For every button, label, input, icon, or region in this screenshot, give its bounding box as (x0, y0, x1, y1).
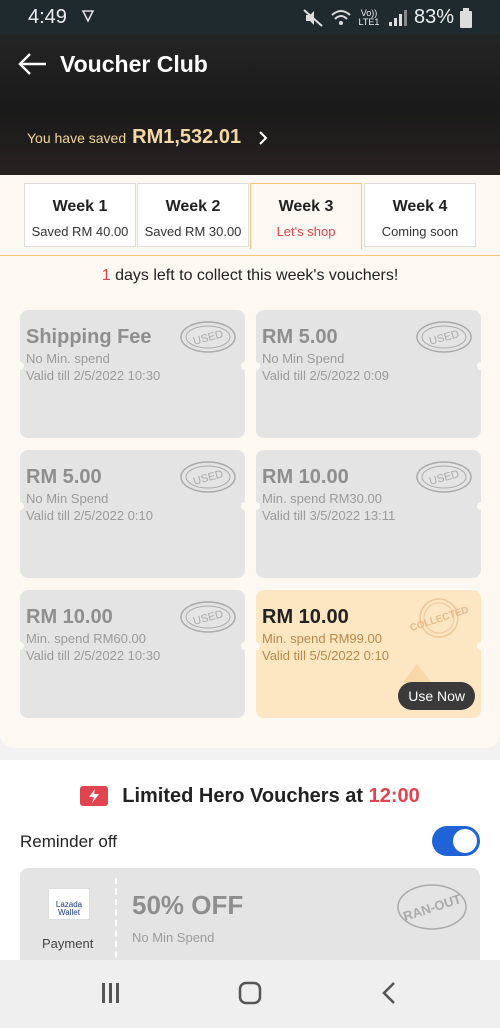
header-area: 4:49 Vo)) LTE1 83% Voucher Club You have… (0, 0, 500, 175)
toggle-knob (453, 829, 477, 853)
tab-subtitle: Saved RM 30.00 (144, 224, 242, 239)
decorative-triangle (403, 664, 431, 682)
voucher-card[interactable]: RM 5.00 No Min Spend Valid till 2/5/2022… (252, 310, 485, 438)
weeks-panel: Week 1 Saved RM 40.00 Week 2 Saved RM 30… (0, 175, 500, 748)
chevron-right-icon (259, 130, 268, 145)
tab-name: Week 4 (392, 198, 448, 215)
voucher-validity: Valid till 5/5/2022 0:10 (262, 648, 389, 663)
tab-name: Week 1 (52, 198, 108, 215)
collected-stamp-icon: COLLECTED (409, 598, 471, 638)
saved-label: You have saved (27, 130, 127, 146)
stamp-text: COLLECTED (409, 605, 471, 634)
stamp-text: USED (428, 468, 461, 488)
status-time: 4:49 (28, 6, 67, 28)
used-stamp-icon: USED (180, 461, 236, 493)
voucher-card[interactable]: Shipping Fee No Min. spend Valid till 2/… (16, 310, 249, 438)
voucher-validity: Valid till 2/5/2022 10:30 (26, 648, 161, 663)
days-left-notice: 1 days left to collect this week's vouch… (0, 267, 500, 285)
hero-title-text: Limited Hero Vouchers at (122, 784, 369, 807)
week-tabs: Week 1 Saved RM 40.00 Week 2 Saved RM 30… (0, 183, 500, 256)
stamp-text: USED (192, 468, 225, 488)
days-left-text: days left to collect this week's voucher… (110, 267, 399, 284)
system-nav-bar (0, 960, 500, 1028)
hero-title: Limited Hero Vouchers at 12:00 (122, 785, 420, 808)
hero-title-row: Limited Hero Vouchers at 12:00 (0, 784, 500, 808)
saved-amount: RM1,532.01 (132, 126, 242, 148)
use-now-button[interactable]: Use Now (398, 682, 475, 710)
tab-week-1[interactable]: Week 1 Saved RM 40.00 (24, 183, 136, 247)
stamp-text: USED (192, 328, 225, 348)
wifi-icon (331, 9, 351, 25)
battery-icon (460, 7, 472, 28)
ran-out-stamp-icon: RAN-OUT (397, 884, 467, 930)
status-bar: 4:49 Vo)) LTE1 83% (0, 0, 500, 34)
voucher-validity: Valid till 2/5/2022 0:10 (26, 508, 153, 523)
voucher-card[interactable]: RM 10.00 Min. spend RM30.00 Valid till 3… (252, 450, 485, 578)
hero-vouchers-section: Limited Hero Vouchers at 12:00 Reminder … (0, 760, 500, 970)
payment-label: Payment (42, 936, 94, 951)
recent-apps-icon[interactable] (96, 978, 126, 1008)
offer-text: 50% OFF (132, 890, 244, 920)
home-icon[interactable] (235, 978, 265, 1008)
status-indicators: Vo)) LTE1 83% (302, 6, 472, 29)
app-notification-icon (81, 10, 95, 23)
tab-name: Week 3 (278, 198, 334, 215)
used-stamp-icon: USED (180, 321, 236, 353)
lazada-wallet-logo: Lazada Wallet (48, 888, 90, 920)
tabs-divider (0, 255, 500, 256)
network-label: Vo)) LTE1 (358, 7, 380, 27)
hero-time: 12:00 (368, 784, 420, 807)
tab-week-3[interactable]: Week 3 Let's shop (250, 183, 362, 249)
back-icon[interactable] (375, 978, 405, 1008)
voucher-card[interactable]: RM 5.00 No Min Spend Valid till 2/5/2022… (16, 450, 249, 578)
tab-subtitle: Coming soon (381, 224, 459, 239)
back-arrow-icon[interactable] (18, 52, 48, 76)
reminder-toggle[interactable] (432, 826, 480, 856)
offer-min-spend: No Min Spend (132, 930, 215, 945)
voucher-validity: Valid till 2/5/2022 0:09 (262, 368, 389, 383)
card-divider (115, 878, 117, 968)
saved-summary[interactable]: You have saved RM1,532.01 (27, 126, 269, 149)
tab-subtitle: Saved RM 40.00 (31, 224, 129, 239)
stamp-text: USED (192, 608, 225, 628)
title-bar: Voucher Club (18, 44, 208, 84)
page-title: Voucher Club (60, 50, 208, 77)
voucher-card[interactable]: RM 10.00 Min. spend RM60.00 Valid till 2… (16, 590, 249, 718)
battery-percent: 83% (413, 6, 454, 28)
days-left-count: 1 (101, 267, 111, 284)
tab-week-2[interactable]: Week 2 Saved RM 30.00 (137, 183, 249, 247)
used-stamp-icon: USED (416, 321, 472, 353)
tab-name: Week 2 (165, 198, 221, 215)
stamp-text: USED (428, 328, 461, 348)
signal-icon (388, 9, 407, 26)
mute-icon (303, 8, 323, 27)
flash-sale-icon (80, 786, 109, 806)
hero-voucher-card[interactable]: Lazada Wallet Payment 50% OFF No Min Spe… (20, 868, 480, 968)
used-stamp-icon: USED (416, 461, 472, 493)
reminder-label: Reminder off (20, 832, 118, 851)
tab-subtitle: Let's shop (276, 224, 336, 239)
voucher-validity: Valid till 2/5/2022 10:30 (26, 368, 161, 383)
tab-week-4[interactable]: Week 4 Coming soon (364, 183, 476, 247)
voucher-card-collected[interactable]: RM 10.00 Min. spend RM99.00 Valid till 5… (252, 590, 485, 718)
stamp-text: RAN-OUT (401, 891, 463, 924)
voucher-validity: Valid till 3/5/2022 13:11 (262, 508, 396, 523)
used-stamp-icon: USED (180, 601, 236, 633)
